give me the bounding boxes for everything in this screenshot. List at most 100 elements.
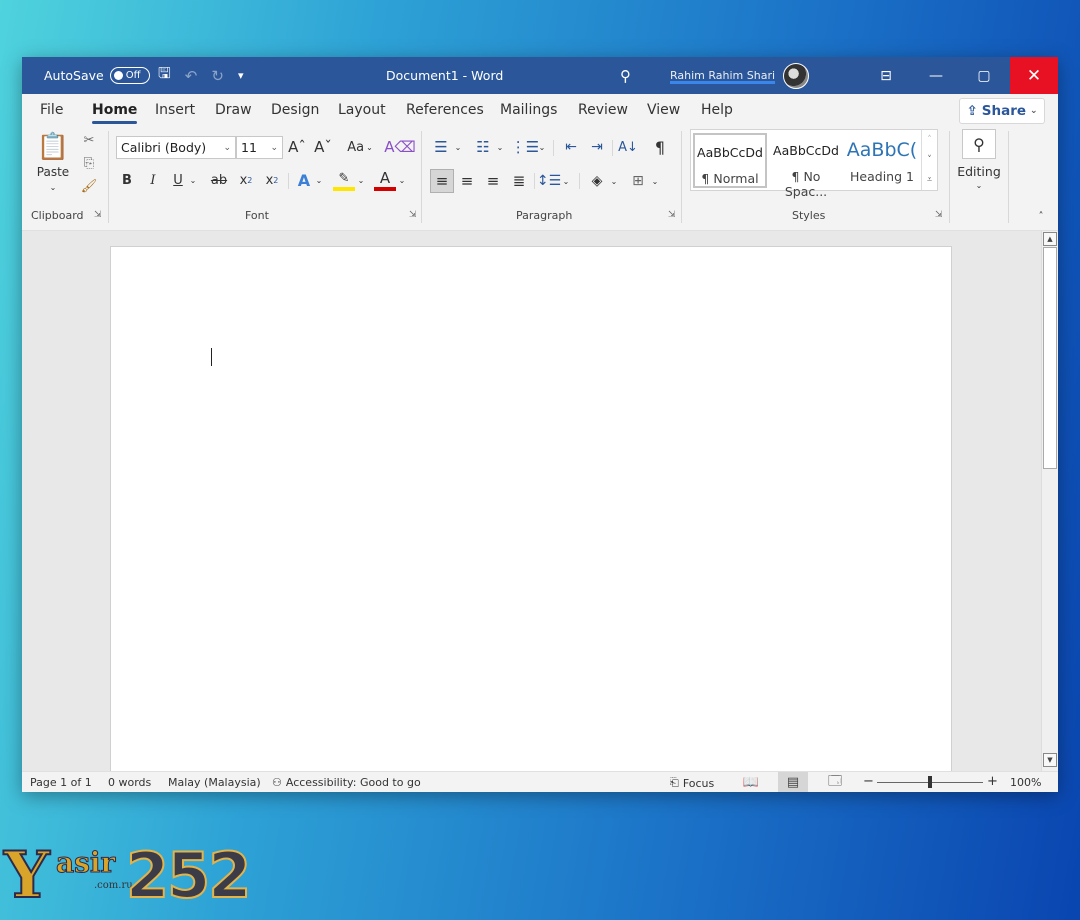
borders-icon[interactable]: ⊞ bbox=[627, 169, 649, 193]
page-count[interactable]: Page 1 of 1 bbox=[30, 776, 92, 789]
tab-review[interactable]: Review bbox=[578, 102, 628, 118]
collapse-ribbon-icon[interactable]: ˄ bbox=[1032, 209, 1050, 223]
chevron-down-icon[interactable]: ⌄ bbox=[396, 169, 408, 191]
multilevel-list-icon[interactable]: ⋮☰ bbox=[511, 136, 539, 158]
print-layout-icon[interactable]: ▤ bbox=[778, 772, 808, 792]
line-spacing-icon[interactable]: ↕☰ bbox=[537, 169, 561, 193]
clear-formatting-icon[interactable]: A⌫ bbox=[384, 136, 415, 158]
customize-qat-icon[interactable]: ▾ bbox=[238, 69, 244, 82]
subscript-button[interactable]: x2 bbox=[236, 169, 256, 191]
maximize-icon[interactable]: ▢ bbox=[960, 57, 1008, 94]
cut-icon[interactable]: ✂ bbox=[79, 131, 99, 149]
highlight-icon[interactable]: ✎ bbox=[333, 169, 355, 191]
tab-design[interactable]: Design bbox=[271, 102, 319, 118]
share-button[interactable]: ⇪ Share ⌄ bbox=[959, 98, 1045, 124]
tab-file[interactable]: File bbox=[40, 102, 63, 118]
paragraph-launcher-icon[interactable]: ⇲ bbox=[668, 210, 676, 220]
text-effects-button[interactable]: A bbox=[294, 169, 314, 191]
avatar[interactable] bbox=[783, 62, 810, 89]
styles-scroll-down-icon[interactable]: ˅ bbox=[921, 150, 937, 170]
justify-icon[interactable]: ≣ bbox=[508, 169, 530, 193]
paste-chevron-icon[interactable]: ⌄ bbox=[46, 181, 60, 193]
styles-more-icon[interactable]: ⩡ bbox=[921, 170, 937, 190]
paste-button[interactable]: Paste bbox=[32, 165, 74, 179]
chevron-down-icon[interactable]: ⌄ bbox=[536, 136, 548, 158]
document-page[interactable] bbox=[110, 246, 952, 771]
close-icon[interactable]: ✕ bbox=[1010, 57, 1058, 94]
paste-icon[interactable]: 📋 bbox=[36, 131, 70, 163]
accessibility-status[interactable]: ⚇ Accessibility: Good to go bbox=[272, 776, 421, 789]
autosave[interactable]: AutoSave Off bbox=[44, 57, 150, 94]
clipboard-launcher-icon[interactable]: ⇲ bbox=[94, 210, 102, 220]
chevron-down-icon[interactable]: ⌄ bbox=[972, 179, 986, 191]
italic-button[interactable]: I bbox=[144, 169, 162, 191]
shrink-font-icon[interactable]: Aˇ bbox=[312, 136, 334, 158]
editing-button[interactable]: Editing bbox=[952, 163, 1006, 179]
scroll-thumb[interactable] bbox=[1043, 247, 1057, 469]
zoom-in-button[interactable]: + bbox=[987, 774, 998, 789]
search-icon[interactable]: ⚲ bbox=[620, 57, 631, 94]
decrease-indent-icon[interactable]: ⇤ bbox=[560, 136, 582, 158]
tab-view[interactable]: View bbox=[647, 102, 680, 118]
tab-draw[interactable]: Draw bbox=[215, 102, 252, 118]
tab-mailings[interactable]: Mailings bbox=[500, 102, 557, 118]
font-name-select[interactable]: Calibri (Body) ⌄ bbox=[116, 136, 236, 159]
style-normal[interactable]: AaBbCcDd ¶ Normal bbox=[693, 133, 767, 188]
language[interactable]: Malay (Malaysia) bbox=[168, 776, 261, 789]
autosave-toggle[interactable]: Off bbox=[109, 67, 150, 84]
chevron-down-icon[interactable]: ⌄ bbox=[355, 169, 367, 191]
bold-button[interactable]: B bbox=[118, 169, 136, 191]
chevron-down-icon[interactable]: ⌄ bbox=[452, 136, 464, 158]
save-icon[interactable]: 🖫 bbox=[158, 63, 171, 88]
zoom-slider-thumb[interactable] bbox=[928, 776, 932, 788]
find-icon[interactable]: ⚲ bbox=[962, 129, 996, 159]
superscript-button[interactable]: x2 bbox=[262, 169, 282, 191]
user-account[interactable]: Rahim Rahim Shari bbox=[670, 57, 810, 94]
grow-font-icon[interactable]: Aˆ bbox=[286, 136, 308, 158]
scroll-up-icon[interactable]: ▲ bbox=[1043, 232, 1057, 246]
strikethrough-button[interactable]: ab bbox=[208, 169, 230, 191]
font-size-select[interactable]: 11 ⌄ bbox=[236, 136, 283, 159]
zoom-out-button[interactable]: − bbox=[863, 774, 874, 789]
change-case-button[interactable]: Aa ⌄ bbox=[342, 136, 378, 158]
font-color-button[interactable]: A bbox=[374, 169, 396, 191]
chevron-down-icon[interactable]: ⌄ bbox=[649, 169, 661, 193]
underline-chevron-icon[interactable]: ⌄ bbox=[187, 169, 199, 191]
tab-home[interactable]: Home bbox=[92, 102, 138, 124]
scroll-down-icon[interactable]: ▼ bbox=[1043, 753, 1057, 767]
tab-references[interactable]: References bbox=[406, 102, 484, 118]
copy-icon[interactable]: ⎘ bbox=[79, 154, 99, 172]
show-marks-button[interactable]: ¶ bbox=[649, 136, 671, 158]
chevron-down-icon[interactable]: ⌄ bbox=[313, 169, 325, 191]
bullets-icon[interactable]: ☰ bbox=[430, 136, 452, 158]
tab-insert[interactable]: Insert bbox=[155, 102, 195, 118]
web-layout-icon[interactable]: 🗔 bbox=[820, 772, 850, 792]
align-center-icon[interactable]: ≡ bbox=[456, 169, 478, 193]
read-mode-icon[interactable]: 📖 bbox=[736, 772, 766, 792]
style-no-spacing[interactable]: AaBbCcDd ¶ No Spac... bbox=[769, 133, 843, 199]
redo-icon[interactable]: ↻ bbox=[211, 67, 224, 85]
align-right-icon[interactable]: ≡ bbox=[482, 169, 504, 193]
zoom-level[interactable]: 100% bbox=[1010, 776, 1041, 789]
increase-indent-icon[interactable]: ⇥ bbox=[586, 136, 608, 158]
underline-button[interactable]: U bbox=[169, 169, 187, 191]
numbering-icon[interactable]: ☷ bbox=[472, 136, 494, 158]
align-left-icon[interactable]: ≡ bbox=[430, 169, 454, 193]
styles-scroll-up-icon[interactable]: ˄ bbox=[921, 130, 937, 150]
vertical-scrollbar[interactable]: ▲ ▼ bbox=[1041, 231, 1058, 771]
chevron-down-icon[interactable]: ⌄ bbox=[560, 169, 572, 193]
format-painter-icon[interactable]: 🖌 bbox=[79, 177, 99, 195]
minimize-icon[interactable]: — bbox=[912, 57, 960, 94]
shading-icon[interactable]: ◈ bbox=[586, 169, 608, 193]
chevron-down-icon[interactable]: ⌄ bbox=[494, 136, 506, 158]
styles-launcher-icon[interactable]: ⇲ bbox=[935, 210, 943, 220]
focus-button[interactable]: ⎗ Focus bbox=[670, 776, 714, 790]
tab-help[interactable]: Help bbox=[701, 102, 733, 118]
font-launcher-icon[interactable]: ⇲ bbox=[409, 210, 417, 220]
sort-icon[interactable]: A↓ bbox=[617, 136, 639, 158]
undo-icon[interactable]: ↶ bbox=[185, 67, 198, 85]
ribbon-display-icon[interactable]: ⊟ bbox=[862, 57, 910, 94]
style-heading-1[interactable]: AaBbC( Heading 1 bbox=[845, 133, 919, 188]
chevron-down-icon[interactable]: ⌄ bbox=[608, 169, 620, 193]
word-count[interactable]: 0 words bbox=[108, 776, 151, 789]
